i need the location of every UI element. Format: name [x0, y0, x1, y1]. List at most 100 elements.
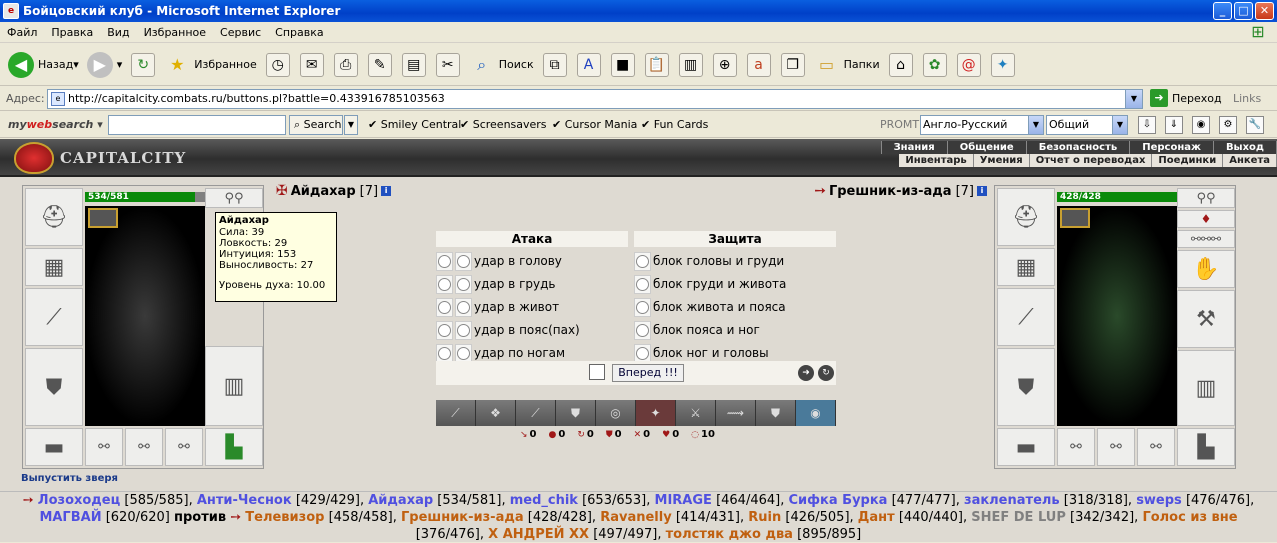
edit-icon[interactable]: ✎ [367, 52, 392, 77]
nav-knowledge[interactable]: Знания [882, 141, 948, 154]
skill-icon[interactable]: ◎ [596, 400, 636, 426]
ring-slot-2[interactable]: ⚯ [1097, 428, 1135, 466]
nav-exit[interactable]: Выход [1214, 141, 1277, 154]
info-icon[interactable]: i [977, 186, 987, 196]
fighter-entry[interactable]: Ravanelly [414/431], [600, 510, 748, 525]
attack-radio-2[interactable] [457, 323, 470, 337]
favorites-button[interactable]: ★ Избранное [164, 52, 257, 78]
fun-cards-link[interactable]: ✔ Fun Cards [641, 118, 708, 131]
menu-help[interactable]: Справка [268, 26, 330, 39]
gloves-slot[interactable]: ✋ [1177, 250, 1235, 288]
fighter-entry[interactable]: Грешник-из-ада [428/428], [401, 510, 600, 525]
fighter-entry[interactable]: Сифка Бурка [477/477], [788, 493, 964, 508]
attack-option[interactable]: удар в пояс(пах) [436, 320, 580, 340]
minimize-button[interactable]: _ [1213, 2, 1232, 20]
attack-radio-2[interactable] [457, 254, 470, 268]
axe-slot[interactable]: ⚒ [1177, 290, 1235, 348]
defense-radio[interactable] [636, 346, 649, 360]
forward-button[interactable]: ▶ ▾ [86, 51, 122, 78]
skill-icon[interactable]: ⟋ [436, 400, 476, 426]
defense-radio[interactable] [636, 254, 649, 268]
menu-edit[interactable]: Правка [44, 26, 100, 39]
defense-option[interactable]: блок ног и головы [634, 343, 769, 363]
nav-character[interactable]: Персонаж [1130, 141, 1214, 154]
attack-radio-2[interactable] [457, 277, 470, 291]
mywebsearch-search-button[interactable]: ⌕ Search [289, 115, 343, 135]
ring-slot-3[interactable]: ⚯ [165, 428, 203, 466]
auto-checkbox[interactable] [589, 364, 605, 380]
nav-duels[interactable]: Поединки [1152, 154, 1224, 167]
attack-radio-1[interactable] [438, 346, 451, 360]
window-icon[interactable]: ⧉ [542, 52, 567, 77]
defense-radio[interactable] [636, 323, 649, 337]
flower-icon[interactable]: ✿ [922, 52, 947, 77]
translate-text-icon[interactable]: ⇓ [1165, 116, 1183, 134]
fighter-entry[interactable]: Дант [440/440], [858, 510, 971, 525]
nav-transfers[interactable]: Отчет о переводах [1030, 154, 1153, 167]
armor-slot[interactable]: ⛊ [25, 348, 83, 426]
skill-icon[interactable]: ✦ [636, 400, 676, 426]
translate-icon[interactable]: a [746, 52, 771, 77]
messenger-icon[interactable]: ✦ [990, 52, 1015, 77]
close-button[interactable]: ✕ [1255, 2, 1274, 20]
earrings-slot[interactable]: ⚲⚲ [205, 188, 263, 208]
skill-icon[interactable]: ◉ [796, 400, 836, 426]
mywebsearch-input[interactable] [108, 115, 286, 135]
fighter-entry[interactable]: Айдахар [534/581], [368, 493, 509, 508]
leggings-slot[interactable]: ▥ [1177, 350, 1235, 426]
search-button[interactable]: ⌕ Поиск [469, 52, 533, 78]
nav-skills[interactable]: Умения [974, 154, 1030, 167]
screensavers-link[interactable]: ✔ Screensavers [460, 118, 547, 131]
history-icon[interactable]: ◷ [265, 52, 290, 77]
copy-icon[interactable]: ❐ [780, 52, 805, 77]
bracers-slot[interactable]: ▦ [25, 248, 83, 286]
discuss-icon[interactable]: ▤ [401, 52, 426, 77]
reload-icon[interactable]: ↻ [818, 365, 834, 381]
opponent-name[interactable]: ➙ Грешник-из-ада [7] i [814, 183, 987, 199]
fighter-entry[interactable]: SHEF DE LUP [342/342], [971, 510, 1142, 525]
dictionary-icon[interactable]: ◉ [1192, 116, 1210, 134]
clipboard-icon[interactable]: 📋 [644, 52, 669, 77]
folders-button[interactable]: ▭ Папки [814, 52, 880, 78]
player-name[interactable]: ✠ Айдахар [7] i [276, 183, 392, 199]
nav-profile[interactable]: Анкета [1223, 154, 1277, 167]
back-button[interactable]: ◀ Назад ▾ [8, 51, 79, 78]
fighter-entry[interactable]: Анти-Чеснок [429/429], [197, 493, 368, 508]
release-beast-link[interactable]: Выпустить зверя [21, 473, 118, 484]
bracers-slot[interactable]: ▦ [997, 248, 1055, 286]
weapon-slot[interactable]: ⟋ [25, 288, 83, 346]
language-select[interactable]: Англо-Русский ▼ [920, 115, 1044, 135]
helmet-slot[interactable]: ⛑ [25, 188, 83, 246]
defense-radio[interactable] [636, 277, 649, 291]
attack-option[interactable]: удар в голову [436, 251, 562, 271]
home-icon[interactable]: ⌂ [888, 52, 913, 77]
cursor-mania-link[interactable]: ✔ Cursor Mania [552, 118, 637, 131]
print-icon[interactable]: ⎙ [333, 52, 358, 77]
ring-slot-1[interactable]: ⚯ [85, 428, 123, 466]
helmet-slot[interactable]: ⛑ [997, 188, 1055, 246]
settings-icon[interactable]: ⚙ [1219, 116, 1237, 134]
earrings-slot[interactable]: ⚲⚲ [1177, 188, 1235, 208]
address-input[interactable]: e http://capitalcity.combats.ru/buttons.… [47, 89, 1143, 109]
ring-slot-2[interactable]: ⚯ [125, 428, 163, 466]
boots-slot[interactable]: ▙ [205, 428, 263, 466]
ring-slot-3[interactable]: ⚯ [1137, 428, 1175, 466]
page-icon[interactable]: ▥ [678, 52, 703, 77]
fighter-entry[interactable]: Ruin [426/505], [748, 510, 858, 525]
skill-icon[interactable]: ⟋ [516, 400, 556, 426]
attack-option[interactable]: удар по ногам [436, 343, 565, 363]
mode-select[interactable]: Общий ▼ [1046, 115, 1128, 135]
attack-radio-1[interactable] [438, 323, 451, 337]
address-dropdown[interactable]: ▼ [1125, 90, 1142, 108]
attack-option[interactable]: удар в грудь [436, 274, 555, 294]
defense-option[interactable]: блок головы и груди [634, 251, 784, 271]
mywebsearch-dropdown[interactable]: ▼ [344, 115, 358, 135]
skill-icon[interactable]: ⟿ [716, 400, 756, 426]
fighter-entry[interactable]: MIRAGE [464/464], [655, 493, 789, 508]
belt-slot[interactable]: ▬ [997, 428, 1055, 466]
fighter-entry[interactable]: sweps [476/476], [1136, 493, 1254, 508]
links-label[interactable]: Links [1233, 92, 1261, 105]
fighter-entry[interactable]: заклenатель [318/318], [964, 493, 1136, 508]
translate-page-icon[interactable]: ⇩ [1138, 116, 1156, 134]
armor-slot[interactable]: ⛊ [997, 348, 1055, 426]
